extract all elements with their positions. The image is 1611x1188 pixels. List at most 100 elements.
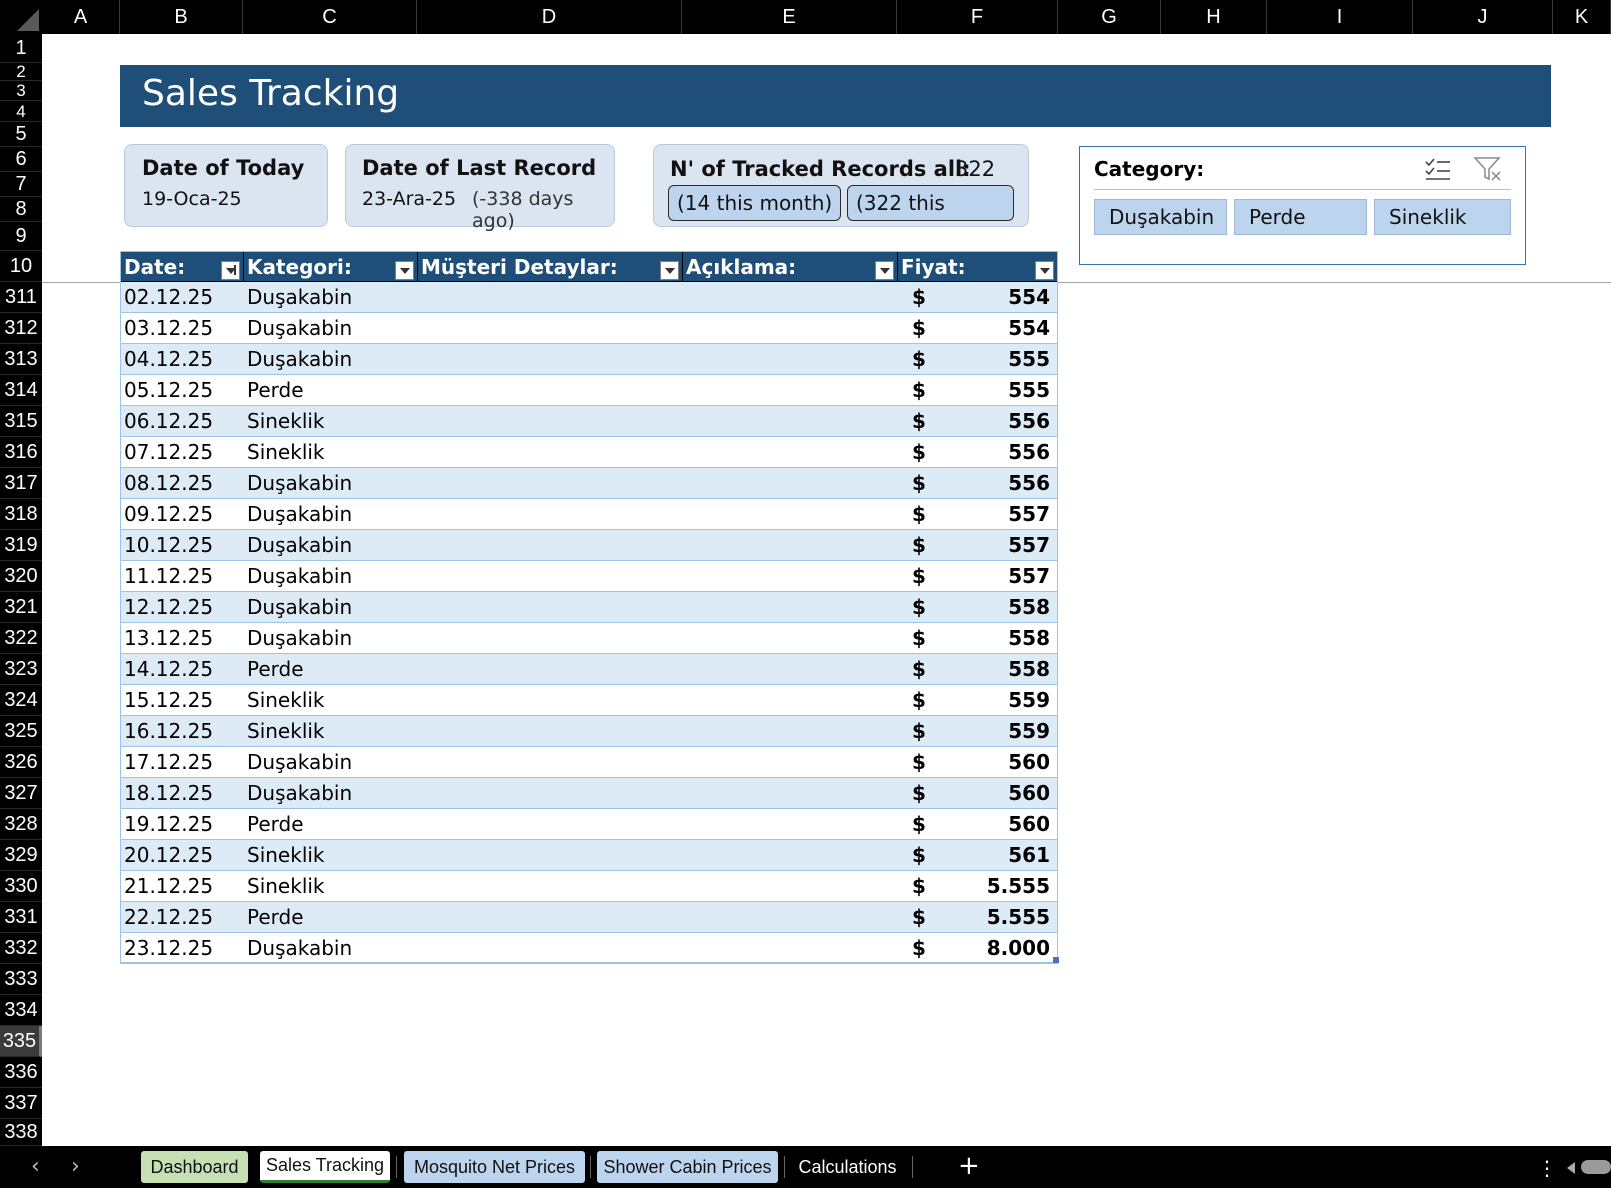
row-header[interactable]: 329 [0, 840, 42, 871]
currency-symbol[interactable]: $ [912, 375, 926, 405]
price-cell[interactable]: 554 [1008, 282, 1050, 312]
category-slicer[interactable]: Category: Duşakabin Perde Sineklik [1079, 146, 1526, 265]
currency-symbol[interactable]: $ [912, 344, 926, 374]
date-cell[interactable]: 18.12.25 [124, 778, 213, 808]
row-header[interactable]: 331 [0, 902, 42, 933]
table-row[interactable]: 13.12.25 Duşakabin $558 [120, 623, 1058, 654]
row-header[interactable]: 7 [0, 172, 42, 197]
row-header[interactable]: 9 [0, 222, 42, 251]
price-cell[interactable]: 558 [1008, 654, 1050, 684]
date-cell[interactable]: 21.12.25 [124, 871, 213, 901]
category-cell[interactable]: Duşakabin [247, 530, 352, 560]
table-row[interactable]: 20.12.25 Sineklik $561 [120, 840, 1058, 871]
price-cell[interactable]: 558 [1008, 592, 1050, 622]
category-cell[interactable]: Duşakabin [247, 344, 352, 374]
table-row[interactable]: 12.12.25 Duşakabin $558 [120, 592, 1058, 623]
currency-symbol[interactable]: $ [912, 809, 926, 839]
currency-symbol[interactable]: $ [912, 685, 926, 715]
category-cell[interactable]: Sineklik [247, 437, 325, 467]
scroll-left-icon[interactable] [1567, 1162, 1575, 1174]
date-cell[interactable]: 23.12.25 [124, 933, 213, 963]
currency-symbol[interactable]: $ [912, 406, 926, 436]
clear-filter-icon[interactable] [1473, 155, 1503, 183]
table-row[interactable]: 11.12.25 Duşakabin $557 [120, 561, 1058, 592]
date-cell[interactable]: 15.12.25 [124, 685, 213, 715]
date-cell[interactable]: 11.12.25 [124, 561, 213, 591]
price-cell[interactable]: 555 [1008, 375, 1050, 405]
row-header[interactable]: 313 [0, 344, 42, 375]
row-header[interactable]: 338 [0, 1119, 42, 1146]
select-all-corner[interactable] [0, 0, 42, 34]
table-row[interactable]: 02.12.25 Duşakabin $554 [120, 282, 1058, 313]
currency-symbol[interactable]: $ [912, 902, 926, 932]
date-cell[interactable]: 02.12.25 [124, 282, 213, 312]
currency-symbol[interactable]: $ [912, 871, 926, 901]
row-header[interactable]: 320 [0, 561, 42, 592]
column-header-a[interactable]: A [42, 0, 120, 34]
row-header[interactable]: 314 [0, 375, 42, 406]
price-cell[interactable]: 560 [1008, 778, 1050, 808]
currency-symbol[interactable]: $ [912, 623, 926, 653]
category-cell[interactable]: Sineklik [247, 871, 325, 901]
category-cell[interactable]: Perde [247, 902, 304, 932]
row-header[interactable]: 333 [0, 964, 42, 995]
price-cell[interactable]: 556 [1008, 468, 1050, 498]
row-header[interactable]: 4 [0, 101, 42, 122]
price-cell[interactable]: 557 [1008, 499, 1050, 529]
row-header[interactable]: 312 [0, 313, 42, 344]
currency-symbol[interactable]: $ [912, 747, 926, 777]
currency-symbol[interactable]: $ [912, 561, 926, 591]
currency-symbol[interactable]: $ [912, 282, 926, 312]
table-row[interactable]: 10.12.25 Duşakabin $557 [120, 530, 1058, 561]
column-header-c[interactable]: C [243, 0, 417, 34]
table-row[interactable]: 05.12.25 Perde $555 [120, 375, 1058, 406]
date-cell[interactable]: 14.12.25 [124, 654, 213, 684]
row-header[interactable]: 317 [0, 468, 42, 499]
price-cell[interactable]: 561 [1008, 840, 1050, 870]
price-cell[interactable]: 560 [1008, 809, 1050, 839]
header-category[interactable]: Kategori: [244, 252, 418, 281]
table-row[interactable]: 22.12.25 Perde $5.555 [120, 902, 1058, 933]
date-cell[interactable]: 04.12.25 [124, 344, 213, 374]
date-cell[interactable]: 07.12.25 [124, 437, 213, 467]
add-sheet-button[interactable]: + [958, 1151, 980, 1181]
category-cell[interactable]: Duşakabin [247, 561, 352, 591]
table-row[interactable]: 08.12.25 Duşakabin $556 [120, 468, 1058, 499]
price-cell[interactable]: 555 [1008, 344, 1050, 374]
column-header-f[interactable]: F [897, 0, 1058, 34]
header-customer-details[interactable]: Müşteri Detaylar: [418, 252, 683, 281]
category-cell[interactable]: Duşakabin [247, 592, 352, 622]
filter-dropdown-button[interactable] [660, 261, 679, 280]
category-cell[interactable]: Duşakabin [247, 747, 352, 777]
filter-dropdown-button[interactable] [395, 261, 414, 280]
row-header[interactable]: 5 [0, 122, 42, 147]
more-options-icon[interactable]: ⋮ [1537, 1156, 1557, 1180]
category-cell[interactable]: Perde [247, 375, 304, 405]
table-row[interactable]: 18.12.25 Duşakabin $560 [120, 778, 1058, 809]
category-cell[interactable]: Duşakabin [247, 499, 352, 529]
prev-sheet-icon[interactable]: ‹ [31, 1154, 40, 1179]
category-cell[interactable]: Perde [247, 809, 304, 839]
tracked-records-card[interactable]: N' of Tracked Records all: 322 (14 this … [653, 144, 1029, 227]
column-header-e[interactable]: E [682, 0, 897, 34]
row-header[interactable]: 8 [0, 197, 42, 222]
table-row[interactable]: 06.12.25 Sineklik $556 [120, 406, 1058, 437]
price-cell[interactable]: 8.000 [987, 933, 1050, 963]
date-cell[interactable]: 19.12.25 [124, 809, 213, 839]
row-header[interactable]: 319 [0, 530, 42, 561]
category-cell[interactable]: Perde [247, 654, 304, 684]
date-cell[interactable]: 16.12.25 [124, 716, 213, 746]
table-row[interactable]: 07.12.25 Sineklik $556 [120, 437, 1058, 468]
row-header[interactable]: 3 [0, 81, 42, 101]
currency-symbol[interactable]: $ [912, 437, 926, 467]
date-cell[interactable]: 09.12.25 [124, 499, 213, 529]
currency-symbol[interactable]: $ [912, 468, 926, 498]
table-row[interactable]: 03.12.25 Duşakabin $554 [120, 313, 1058, 344]
table-row[interactable]: 21.12.25 Sineklik $5.555 [120, 871, 1058, 902]
row-header[interactable]: 6 [0, 147, 42, 172]
date-cell[interactable]: 10.12.25 [124, 530, 213, 560]
header-description[interactable]: Açıklama: [683, 252, 898, 281]
price-cell[interactable]: 559 [1008, 716, 1050, 746]
date-cell[interactable]: 03.12.25 [124, 313, 213, 343]
tab-dashboard[interactable]: Dashboard [141, 1151, 248, 1183]
